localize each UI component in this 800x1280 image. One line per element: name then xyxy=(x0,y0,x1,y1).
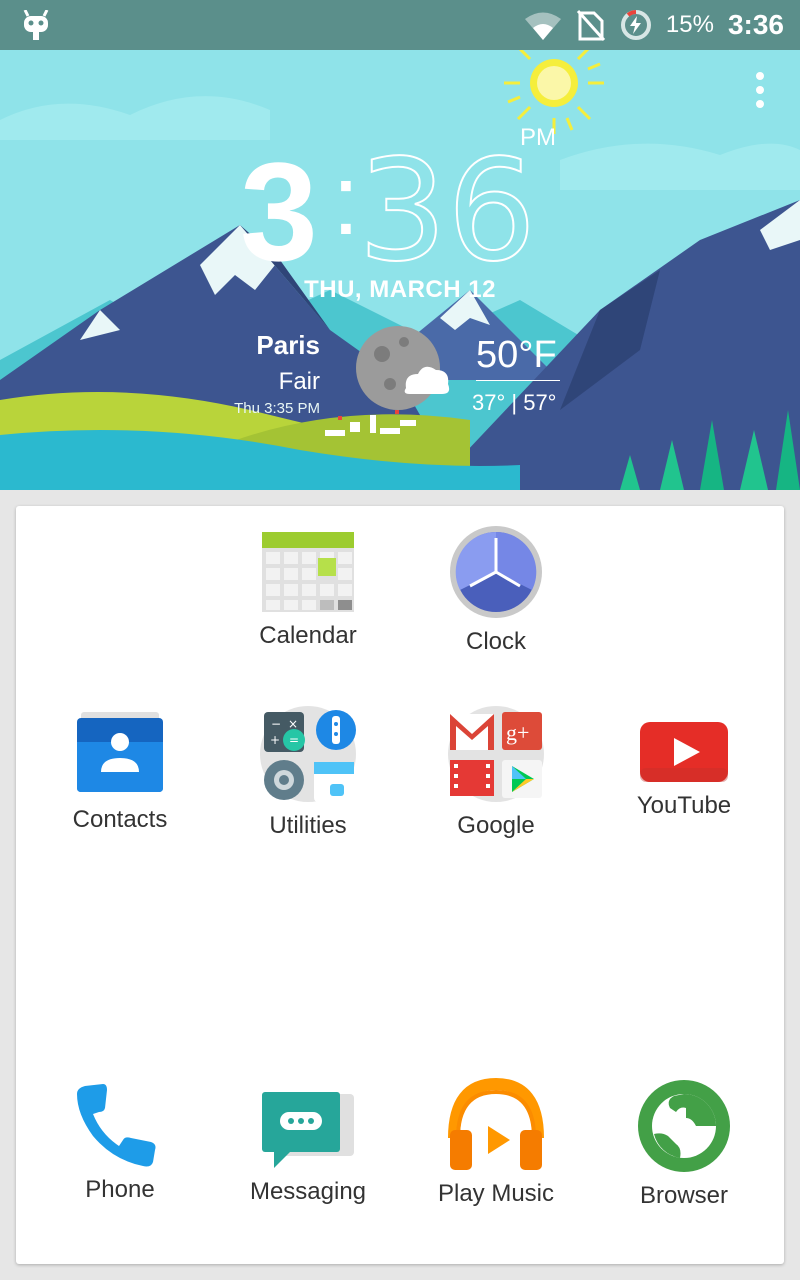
app-label: Play Music xyxy=(437,1180,555,1207)
app-utilities-folder[interactable]: − × + = Utilities xyxy=(214,704,402,840)
play-music-icon xyxy=(448,1078,544,1170)
svg-text:=: = xyxy=(289,733,299,747)
app-label: Phone xyxy=(85,1176,155,1203)
app-label: Contacts xyxy=(72,806,168,833)
app-label: Messaging xyxy=(249,1178,367,1205)
cyanogenmod-icon xyxy=(23,10,49,40)
weather-condition: Fair xyxy=(278,368,320,395)
app-contacts[interactable]: Contacts xyxy=(26,712,214,834)
app-label: Calendar xyxy=(259,622,357,649)
utilities-folder-icon: − × + = xyxy=(260,706,356,802)
clock-hour: 3 xyxy=(240,133,318,290)
no-sim-icon xyxy=(576,9,606,41)
weather-updated-time: Thu 3:35 PM xyxy=(234,400,320,417)
app-browser[interactable]: Browser xyxy=(590,1078,778,1210)
weather-location: Paris xyxy=(256,330,320,360)
app-label: YouTube xyxy=(636,792,732,819)
calendar-icon xyxy=(262,532,354,612)
clock-weather-widget[interactable]: 3 : 36 PM THU, MARCH 12 Paris Fair Thu 3… xyxy=(0,50,800,490)
app-google-folder[interactable]: g+ Google xyxy=(402,704,590,840)
status-bar: 15% 3:36 xyxy=(0,0,800,50)
app-clock[interactable]: Clock xyxy=(402,524,590,656)
phone-icon xyxy=(77,1084,156,1167)
weather-temperature: 50°F xyxy=(476,334,557,376)
contacts-icon xyxy=(77,712,163,792)
app-panel: Calendar Clock Contacts − × + = Utilitie… xyxy=(16,506,784,1264)
overflow-menu-icon[interactable] xyxy=(748,70,772,116)
weather-temp-range: 37° | 57° xyxy=(472,390,557,415)
app-label: Browser xyxy=(639,1182,729,1209)
svg-text:+: + xyxy=(270,733,280,747)
clock-icon xyxy=(450,526,542,618)
app-label: Google xyxy=(457,812,535,839)
clock-separator: : xyxy=(332,144,360,256)
svg-text:×: × xyxy=(288,717,298,731)
moon-cloud-icon xyxy=(356,326,450,410)
messaging-icon xyxy=(262,1092,354,1168)
google-folder-icon: g+ xyxy=(448,706,544,802)
youtube-icon xyxy=(640,722,728,782)
status-time: 3:36 xyxy=(727,9,784,40)
battery-charging-icon xyxy=(620,10,651,40)
temp-divider xyxy=(476,380,560,381)
wifi-icon xyxy=(524,12,561,40)
app-label: Clock xyxy=(465,628,526,655)
browser-icon xyxy=(638,1080,730,1172)
clock-ampm: PM xyxy=(520,124,556,151)
app-play-music[interactable]: Play Music xyxy=(402,1078,590,1208)
widget-date: THU, MARCH 12 xyxy=(304,276,496,303)
battery-percentage: 15% xyxy=(665,11,714,38)
app-calendar[interactable]: Calendar xyxy=(214,530,402,650)
svg-text:−: − xyxy=(271,717,281,731)
app-label: Utilities xyxy=(269,812,347,839)
clock-minute: 36 xyxy=(357,130,537,293)
svg-text:g+: g+ xyxy=(506,720,529,745)
app-phone[interactable]: Phone xyxy=(26,1082,214,1204)
app-youtube[interactable]: YouTube xyxy=(590,720,778,820)
app-messaging[interactable]: Messaging xyxy=(214,1090,402,1206)
